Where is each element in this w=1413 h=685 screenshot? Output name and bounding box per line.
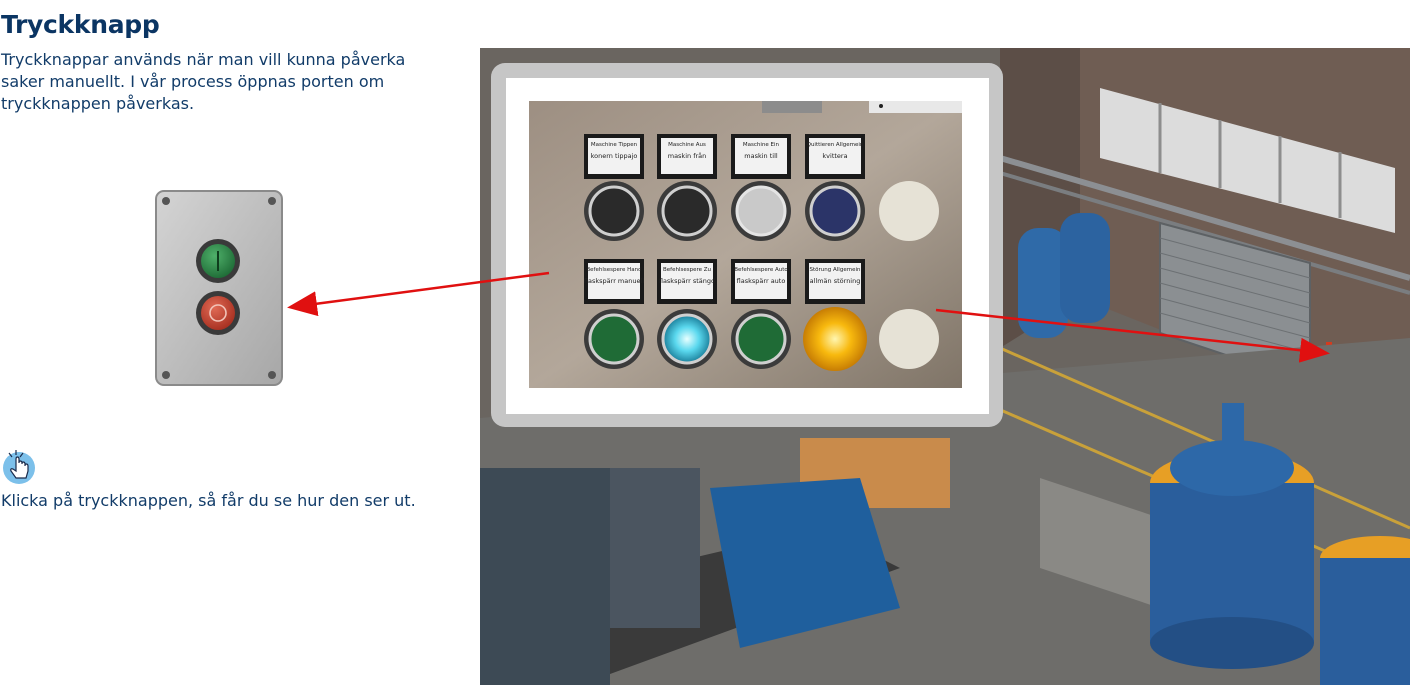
intro-text: Tryckknappar används när man vill kunna … <box>1 50 406 113</box>
top-label-4-small: Quittieren Allgemein <box>807 142 864 148</box>
pushbutton-box-icon[interactable] <box>154 189 284 387</box>
bottom-label-2-small: Befehlsespere Zu <box>663 267 711 273</box>
page-title: Tryckknapp <box>1 10 160 39</box>
top-label-3-small: Maschine Ein <box>743 142 780 148</box>
bottom-label-1: flaskspärr manuell <box>584 277 644 285</box>
bottom-label-3-small: Befehlsespere Auto <box>734 267 788 273</box>
top-label-1-small: Maschine Tippen <box>591 142 638 148</box>
bottom-label-3: flaskspärr auto <box>737 277 786 285</box>
bottom-label-2: flaskspärr stängd <box>659 277 715 285</box>
top-label-1: konern tippajo <box>591 152 638 160</box>
pointer-hand-icon[interactable] <box>0 449 38 485</box>
bottom-label-1-small: Befehlsespere Hand <box>586 267 641 273</box>
bottom-label-4-small: Störung Allgemein <box>810 267 861 273</box>
zoom-inner: Maschine Tippen konern tippajo Maschine … <box>506 78 989 414</box>
top-label-4: kvittera <box>822 152 847 160</box>
control-panel-image: Maschine Tippen konern tippajo Maschine … <box>529 101 962 388</box>
top-label-2-small: Maschine Aus <box>668 142 706 148</box>
top-label-2: maskin från <box>668 151 707 160</box>
top-label-3: maskin till <box>744 152 778 160</box>
hint-text: Klicka på tryckknappen, så får du se hur… <box>1 491 416 510</box>
bottom-label-4: allmän störning <box>810 277 861 285</box>
zoom-frame: Maschine Tippen konern tippajo Maschine … <box>491 63 1003 427</box>
